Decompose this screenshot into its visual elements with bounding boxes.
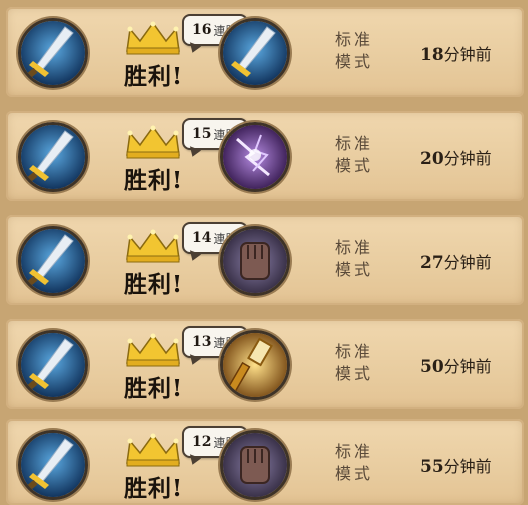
crown-icon — [126, 433, 180, 467]
opponent-hero-portrait — [220, 430, 290, 500]
time-ago: 55分钟前 — [420, 453, 492, 477]
mode-line-1: 标准 — [334, 238, 373, 257]
game-mode: 标准 模式 — [334, 441, 374, 485]
game-mode: 标准 模式 — [334, 341, 374, 385]
mode-line-2: 模式 — [334, 156, 373, 175]
crown-icon — [126, 229, 180, 263]
streak-count: 14 — [192, 230, 212, 246]
sword-icon — [21, 433, 85, 497]
victory-label: 胜利! — [124, 475, 184, 502]
sword-icon — [21, 229, 85, 293]
mode-line-2: 模式 — [334, 52, 373, 71]
time-ago-minutes: 20 — [420, 149, 444, 169]
time-ago-suffix: 分钟前 — [443, 45, 492, 64]
mode-line-2: 模式 — [334, 260, 373, 279]
streak-count: 12 — [192, 434, 212, 450]
streak-count: 13 — [192, 334, 212, 350]
time-ago-suffix: 分钟前 — [443, 149, 492, 168]
time-ago-minutes: 50 — [420, 357, 444, 377]
streak-count: 15 — [192, 126, 212, 142]
match-row[interactable]: 胜利! 14 連胜 标准 模式 27分钟前 — [6, 215, 524, 305]
time-ago-minutes: 55 — [420, 457, 444, 477]
victory-label: 胜利! — [124, 375, 184, 402]
golden-hammer-icon — [223, 333, 287, 397]
mode-line-1: 标准 — [334, 442, 373, 461]
player-hero-portrait — [18, 330, 88, 400]
mode-line-2: 模式 — [334, 464, 373, 483]
time-ago: 27分钟前 — [420, 249, 492, 273]
lightning-icon — [223, 125, 287, 189]
player-hero-portrait — [18, 430, 88, 500]
opponent-hero-portrait — [220, 226, 290, 296]
crown-icon — [126, 125, 180, 159]
time-ago: 50分钟前 — [420, 353, 492, 377]
crown-icon — [126, 21, 180, 55]
player-hero-portrait — [18, 226, 88, 296]
mode-line-1: 标准 — [334, 30, 373, 49]
game-mode: 标准 模式 — [334, 29, 374, 73]
opponent-hero-portrait — [220, 122, 290, 192]
game-mode: 标准 模式 — [334, 133, 374, 177]
sword-icon — [223, 21, 287, 85]
mode-line-1: 标准 — [334, 134, 373, 153]
crown-icon — [126, 333, 180, 367]
time-ago-minutes: 27 — [420, 253, 444, 273]
opponent-hero-portrait — [220, 330, 290, 400]
time-ago-suffix: 分钟前 — [443, 457, 492, 476]
match-row[interactable]: 胜利! 16 連胜 标准 模式 18分钟前 — [6, 7, 524, 97]
time-ago: 18分钟前 — [420, 41, 492, 65]
time-ago-minutes: 18 — [420, 45, 444, 65]
match-row[interactable]: 胜利! 15 連胜 标准 模式 20分钟前 — [6, 111, 524, 201]
fist-icon — [223, 229, 287, 293]
mode-line-1: 标准 — [334, 342, 373, 361]
sword-icon — [21, 21, 85, 85]
match-history-list: 胜利! 16 連胜 标准 模式 18分钟前 胜利! 15 連胜 标准 模式 20… — [0, 0, 528, 505]
victory-label: 胜利! — [124, 63, 184, 90]
match-row[interactable]: 胜利! 13 連胜 标准 模式 50分钟前 — [6, 319, 524, 409]
match-row[interactable]: 胜利! 12 連胜 标准 模式 55分钟前 — [6, 419, 524, 505]
time-ago-suffix: 分钟前 — [443, 357, 492, 376]
sword-icon — [21, 125, 85, 189]
fist-icon — [223, 433, 287, 497]
victory-label: 胜利! — [124, 271, 184, 298]
mode-line-2: 模式 — [334, 364, 373, 383]
game-mode: 标准 模式 — [334, 237, 374, 281]
player-hero-portrait — [18, 122, 88, 192]
time-ago-suffix: 分钟前 — [443, 253, 492, 272]
streak-count: 16 — [192, 22, 212, 38]
player-hero-portrait — [18, 18, 88, 88]
time-ago: 20分钟前 — [420, 145, 492, 169]
opponent-hero-portrait — [220, 18, 290, 88]
victory-label: 胜利! — [124, 167, 184, 194]
sword-icon — [21, 333, 85, 397]
